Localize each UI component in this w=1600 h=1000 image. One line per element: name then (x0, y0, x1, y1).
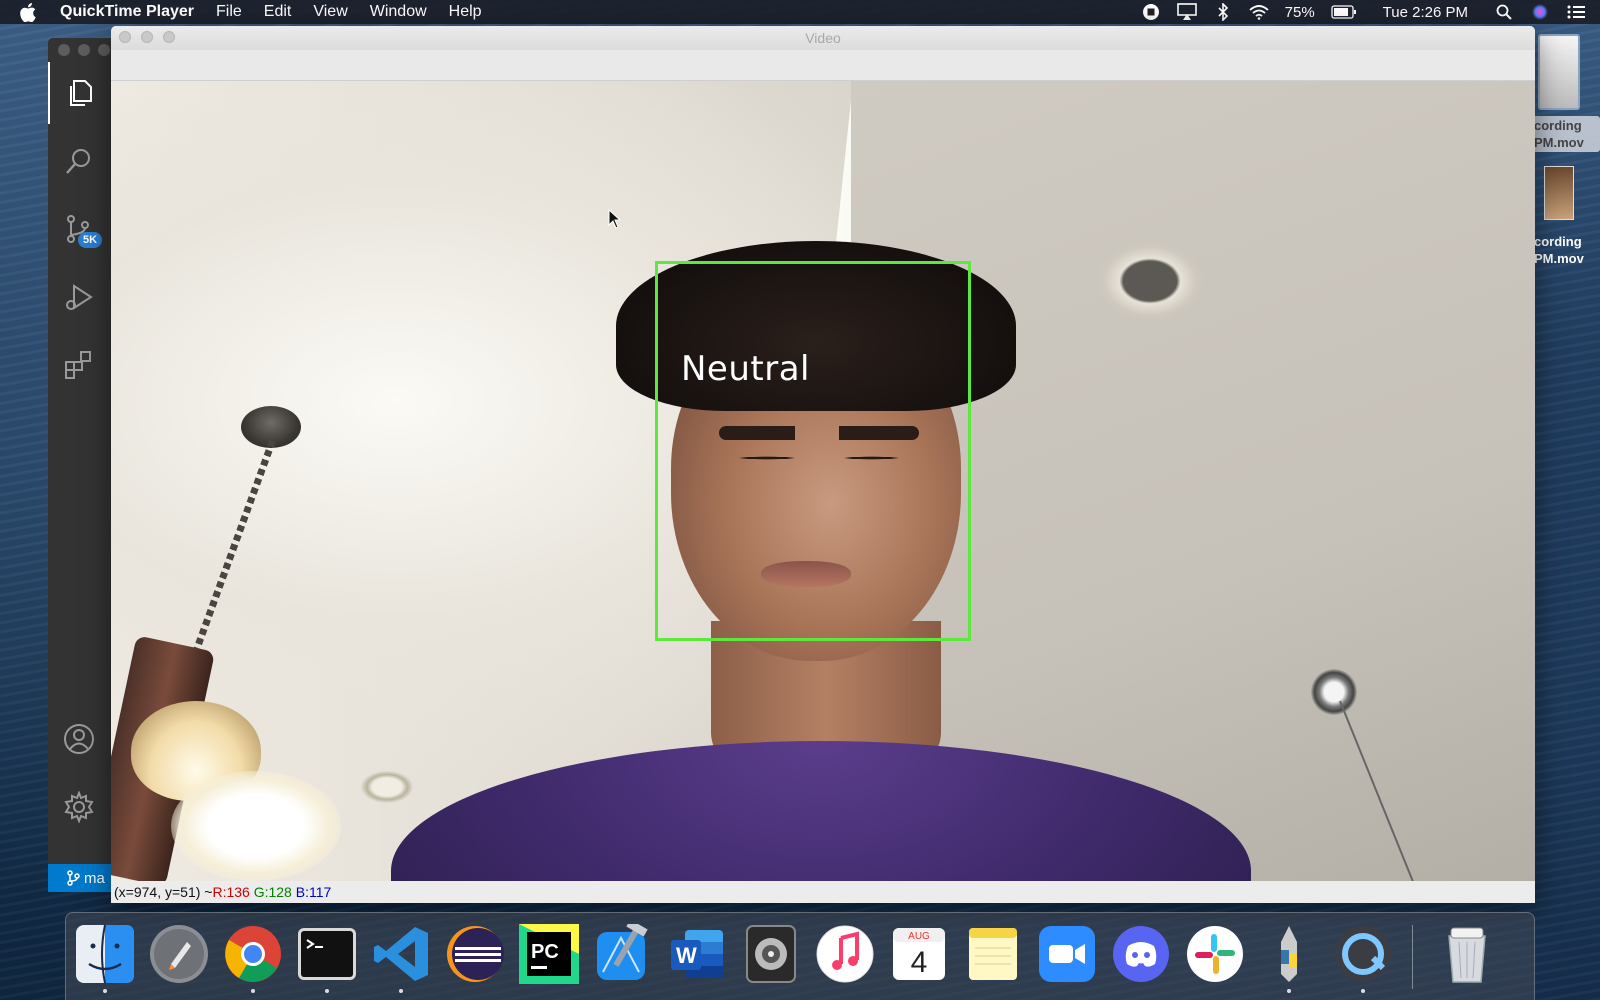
face-detection-box (655, 261, 971, 641)
vscode-icon[interactable] (370, 923, 432, 993)
dock-separator (1412, 925, 1413, 989)
chrome-icon[interactable] (222, 923, 284, 993)
git-branch-name: ma (84, 869, 105, 887)
chandelier-glow (171, 771, 341, 881)
desktop-file-recording-2[interactable]: cording PM.mov (1530, 166, 1600, 268)
recessed-light (1096, 241, 1204, 321)
airplay-icon[interactable] (1176, 3, 1197, 21)
dock: PC W AUG 4 (65, 912, 1535, 1000)
run-debug-icon[interactable] (48, 266, 110, 328)
eclipse-icon[interactable] (444, 923, 506, 985)
logic-pro-icon[interactable] (740, 923, 802, 985)
running-indicator (1361, 989, 1365, 993)
menu-app-name[interactable]: QuickTime Player (60, 3, 194, 21)
wifi-icon[interactable] (1249, 3, 1269, 21)
pixel-green-value: G:128 (253, 884, 292, 900)
desktop-file-thumbnail (1538, 34, 1580, 110)
vscode-traffic-lights (58, 44, 110, 56)
quicktime-icon[interactable] (1332, 923, 1394, 993)
pycharm-icon[interactable]: PC (518, 923, 580, 985)
trash-icon[interactable] (1436, 923, 1498, 985)
desktop-file-recording-1[interactable]: cording PM.mov (1530, 34, 1600, 152)
pixel-info-bar: (x=974, y=51) ~ R:136 G:128 B:117 (111, 881, 1535, 903)
pixel-coords: (x=974, y=51) ~ (114, 884, 213, 900)
window-titlebar[interactable]: Video (111, 26, 1535, 50)
running-indicator (399, 989, 403, 993)
running-indicator (103, 989, 107, 993)
xcode-icon[interactable] (592, 923, 654, 985)
svg-text:PC: PC (531, 941, 559, 963)
notification-center-icon[interactable] (1566, 3, 1586, 21)
menubar-clock[interactable]: Tue 2:26 PM (1383, 4, 1468, 21)
window-toolbar (111, 50, 1535, 81)
desktop-file-label: cording PM.mov (1530, 116, 1600, 152)
vscode-status-bar[interactable]: ma (48, 864, 118, 892)
calendar-month: AUG (908, 931, 930, 942)
zoom-button[interactable] (98, 44, 110, 56)
settings-gear-icon[interactable] (48, 776, 110, 838)
terminal-icon[interactable] (296, 923, 358, 993)
video-frame[interactable]: Neutral (111, 81, 1535, 881)
desktop-file-label: cording PM.mov (1534, 234, 1584, 266)
close-button[interactable] (58, 44, 70, 56)
screen-recording-stop-icon[interactable] (1141, 3, 1161, 21)
window-title: Video (805, 30, 841, 46)
mouse-cursor-icon (608, 209, 622, 229)
running-indicator (251, 989, 255, 993)
notes-icon[interactable] (962, 923, 1024, 985)
vscode-window[interactable]: 5K ma (48, 38, 118, 892)
small-ceiling-light (1311, 669, 1357, 715)
calendar-icon[interactable]: AUG 4 (888, 923, 950, 985)
account-icon[interactable] (48, 708, 110, 770)
battery-icon[interactable] (1331, 3, 1357, 21)
menu-file[interactable]: File (216, 3, 242, 21)
source-control-icon[interactable]: 5K (48, 198, 110, 260)
zoom-icon[interactable] (1036, 923, 1098, 985)
pixel-blue-value: B:117 (295, 884, 332, 900)
desktop-file-thumbnail (1544, 166, 1574, 220)
menu-bar: QuickTime Player File Edit View Window H… (0, 0, 1600, 24)
spotlight-search-icon[interactable] (1494, 3, 1514, 21)
menu-window[interactable]: Window (370, 3, 427, 21)
bluetooth-icon[interactable] (1213, 3, 1233, 21)
video-window[interactable]: Video Neutral (x=974, y=51) ~ R:136 G:12… (111, 26, 1535, 903)
python-launcher-icon[interactable] (1258, 923, 1320, 993)
menu-view[interactable]: View (313, 3, 347, 21)
finder-icon[interactable] (74, 923, 136, 993)
menu-help[interactable]: Help (449, 3, 482, 21)
discord-icon[interactable] (1110, 923, 1172, 985)
music-icon[interactable] (814, 923, 876, 985)
source-control-badge: 5K (78, 232, 103, 248)
emotion-label: Neutral (681, 349, 810, 389)
siri-icon[interactable] (1530, 3, 1550, 21)
explorer-icon[interactable] (48, 62, 112, 124)
git-branch-icon (67, 870, 80, 886)
calendar-day: 4 (911, 946, 928, 979)
slack-icon[interactable] (1184, 923, 1246, 985)
battery-percent: 75% (1284, 3, 1315, 21)
svg-text:W: W (676, 943, 697, 968)
launchpad-icon[interactable] (148, 923, 210, 985)
running-indicator (1287, 989, 1291, 993)
extensions-icon[interactable] (48, 334, 110, 396)
apple-menu-icon[interactable] (20, 2, 42, 22)
minimize-button[interactable] (78, 44, 90, 56)
menu-edit[interactable]: Edit (264, 3, 292, 21)
running-indicator (325, 989, 329, 993)
search-icon[interactable] (48, 130, 110, 192)
small-recessed-light (361, 771, 413, 803)
word-icon[interactable]: W (666, 923, 728, 985)
pixel-red-value: R:136 (212, 884, 250, 900)
